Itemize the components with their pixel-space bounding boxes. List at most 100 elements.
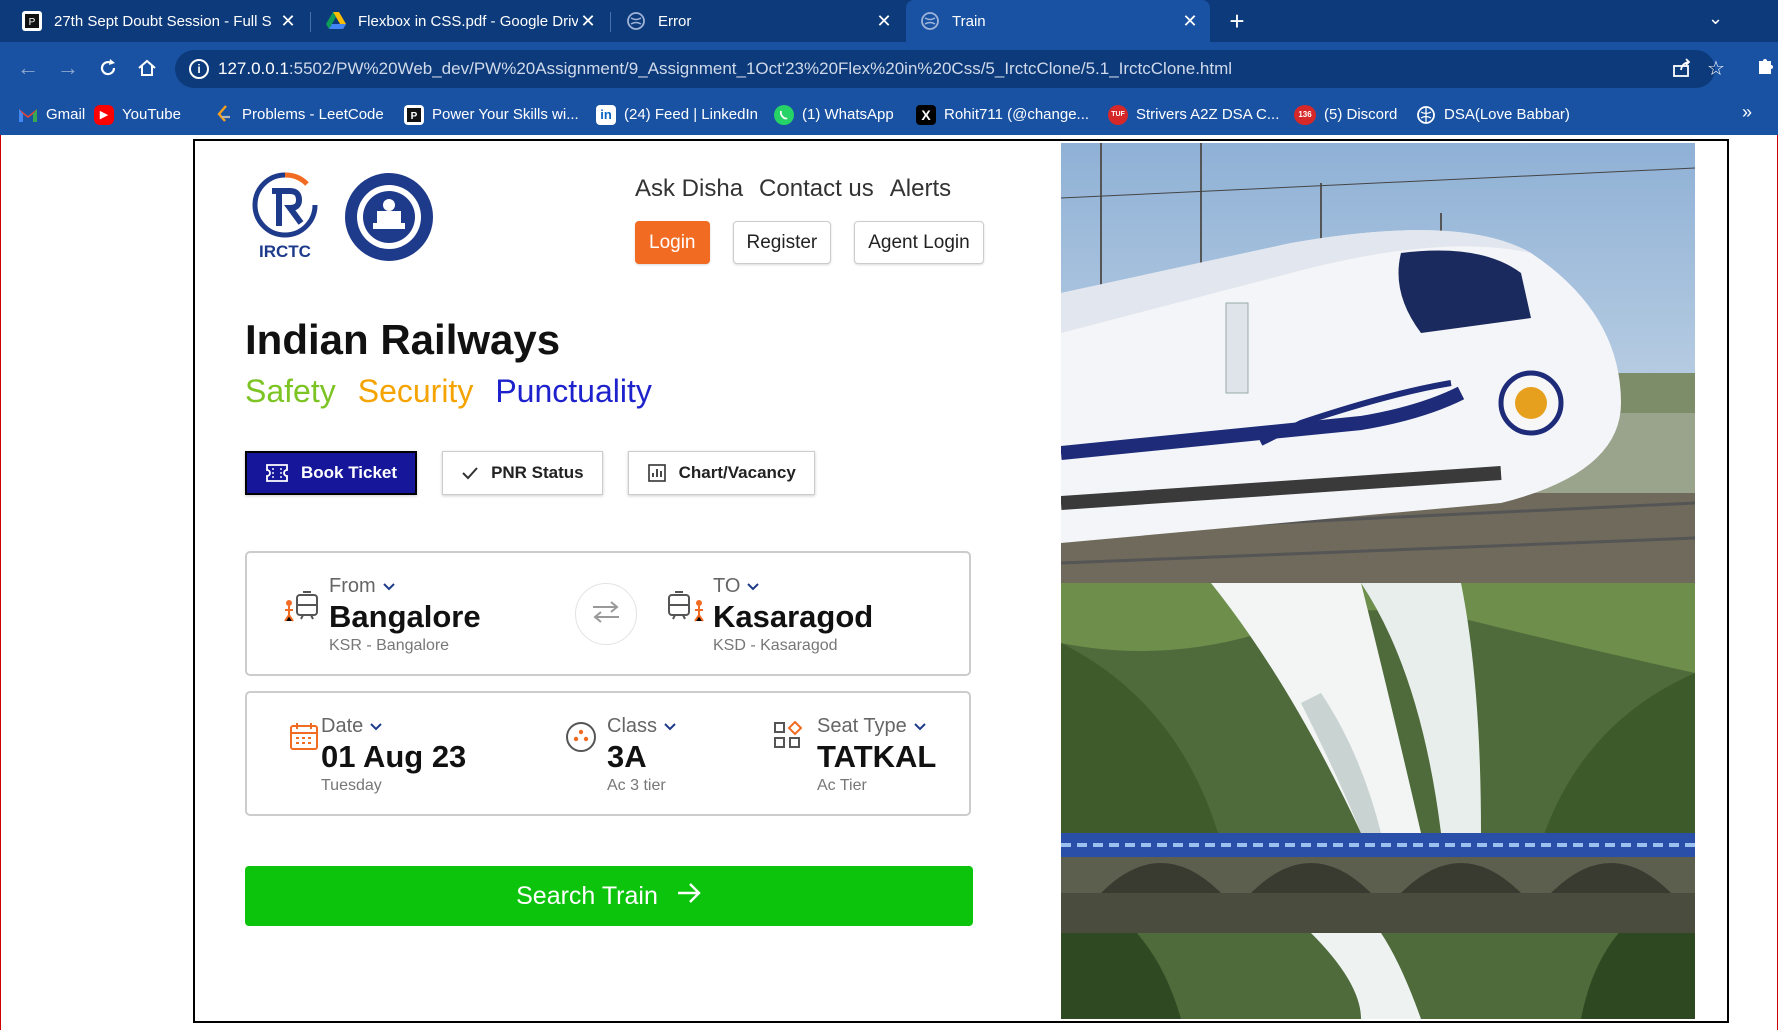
from-label: From [329,575,376,597]
tab-separator [610,12,611,32]
booking-panel: IRCTC Ask Disha Contact us Alerts Login … [195,141,1061,1021]
bookmark-label: Problems - LeetCode [242,106,384,123]
tab-chart-vacancy[interactable]: Chart/Vacancy [627,451,815,495]
to-label: TO [713,575,741,597]
class-label: Class [607,715,658,737]
bookmark-label: Gmail [46,106,86,123]
journey-date: 01 Aug 23 [321,739,467,774]
contact-us-link[interactable]: Contact us [759,175,874,203]
globe-icon [920,11,940,31]
seat-type-field[interactable]: Seat Type TATKAL Ac Tier [817,715,936,795]
to-field[interactable]: TO Kasaragod KSD - Kasaragod [713,575,873,655]
tagline: Safety Security Punctuality [245,373,652,410]
ask-disha-link[interactable]: Ask Disha [635,175,743,203]
bookmark-discord[interactable]: 136 (5) Discord [1294,94,1397,135]
tab-pnr-status[interactable]: PNR Status [442,451,603,495]
chevron-down-icon [369,715,383,738]
pw-icon: P [404,104,424,125]
journey-options-card: Date 01 Aug 23 Tuesday Class 3A Ac 3 tie… [245,691,971,816]
hero-images [1061,143,1695,1019]
close-icon[interactable]: ✕ [874,11,894,32]
close-icon[interactable]: ✕ [1180,11,1200,32]
irctc-logo-text: IRCTC [259,242,311,261]
url-path: :5502/PW%20Web_dev/PW%20Assignment/9_Ass… [288,59,1233,78]
new-tab-button[interactable]: + [1222,6,1252,36]
indian-railways-emblem [343,171,435,263]
tab-train[interactable]: Train ✕ [906,0,1210,42]
alerts-link[interactable]: Alerts [890,175,951,203]
bookmark-label: (24) Feed | LinkedIn [624,106,758,123]
check-icon [461,466,479,480]
bookmark-gmail[interactable]: Gmail [18,94,85,135]
bookmark-leetcode[interactable]: Problems - LeetCode [214,94,384,135]
search-train-label: Search Train [516,881,658,910]
info-icon[interactable]: i [189,59,209,79]
from-field[interactable]: From Bangalore KSR - Bangalore [329,575,481,655]
tab-strip: P 27th Sept Doubt Session - Full S ✕ Fle… [0,0,1778,42]
from-station-code: KSR - Bangalore [329,637,450,654]
discord-badge: 136 [1298,110,1312,119]
tab-title: Train [952,12,986,30]
share-icon[interactable] [1672,58,1692,84]
more-bookmarks-icon[interactable]: » [1742,102,1752,123]
tagline-safety: Safety [245,373,336,409]
back-arrow-icon[interactable]: ← [12,52,44,84]
bookmark-linkedin[interactable]: in (24) Feed | LinkedIn [596,94,758,135]
address-bar[interactable]: i 127.0.0.1:5502/PW%20Web_dev/PW%20Assig… [175,50,1725,88]
agent-login-button[interactable]: Agent Login [854,221,984,264]
forward-arrow-icon[interactable]: → [52,52,84,84]
tab-title: Flexbox in CSS.pdf - Google Driv [358,12,578,30]
tab-book-ticket[interactable]: Book Ticket [245,451,418,495]
bookmark-pw-skills[interactable]: P Power Your Skills wi... [404,94,579,135]
bookmark-striver[interactable]: TUF Strivers A2Z DSA C... [1108,94,1279,135]
close-icon[interactable]: ✕ [578,11,598,32]
vande-bharat-train-image [1061,143,1695,583]
tagline-punctuality: Punctuality [495,373,652,409]
bookmark-label: YouTube [122,106,181,123]
google-drive-icon [326,11,346,31]
journey-day: Tuesday [321,777,382,794]
date-field[interactable]: Date 01 Aug 23 Tuesday [321,715,466,795]
leetcode-icon [214,104,234,125]
browser-chrome: P 27th Sept Doubt Session - Full S ✕ Fle… [0,0,1778,135]
tab-flexbox-pdf[interactable]: Flexbox in CSS.pdf - Google Driv ✕ [312,0,608,42]
close-icon[interactable]: ✕ [278,11,298,32]
globe-icon [1416,105,1436,125]
tab-doubt-session[interactable]: P 27th Sept Doubt Session - Full S ✕ [8,0,308,42]
star-icon[interactable]: ☆ [1707,56,1725,81]
to-station-code: KSD - Kasaragod [713,637,838,654]
arrow-right-icon [658,882,702,911]
chevron-down-icon[interactable]: ⌄ [1708,8,1723,29]
chevron-down-icon [663,715,677,738]
station-icon [667,591,707,628]
swap-icon [590,599,622,630]
tuf-icon: TUF [1108,104,1128,125]
youtube-icon: ▶ [94,104,114,125]
extensions-icon[interactable] [1756,56,1774,82]
pw-icon: P [22,11,42,31]
register-button[interactable]: Register [732,221,832,264]
date-label: Date [321,715,364,737]
discord-icon: 136 [1294,104,1316,125]
station-icon [283,591,323,628]
bookmark-whatsapp[interactable]: (1) WhatsApp [774,94,894,135]
bookmark-x-profile[interactable]: X Rohit711 (@change... [916,94,1089,135]
bookmark-youtube[interactable]: ▶ YouTube [94,94,181,135]
url-text: 127.0.0.1:5502/PW%20Web_dev/PW%20Assignm… [218,59,1232,79]
class-field[interactable]: Class 3A Ac 3 tier [607,715,677,795]
login-button[interactable]: Login [635,221,710,264]
ticket-icon [265,463,289,483]
svg-text:P: P [29,17,36,28]
bookmark-dsa-babbar[interactable]: DSA(Love Babbar) [1416,94,1570,135]
seat-type-label: Seat Type [817,715,907,737]
seat-type-description: Ac Tier [817,777,867,794]
class-description: Ac 3 tier [607,777,666,794]
swap-stations-button[interactable] [575,583,637,645]
waterfall-bridge-image [1061,583,1695,1019]
chevron-down-icon [382,575,396,598]
reload-icon[interactable] [92,52,124,84]
tab-error[interactable]: Error ✕ [612,0,904,42]
chart-icon [647,463,667,483]
search-train-button[interactable]: Search Train [245,866,973,926]
home-icon[interactable] [131,52,163,84]
